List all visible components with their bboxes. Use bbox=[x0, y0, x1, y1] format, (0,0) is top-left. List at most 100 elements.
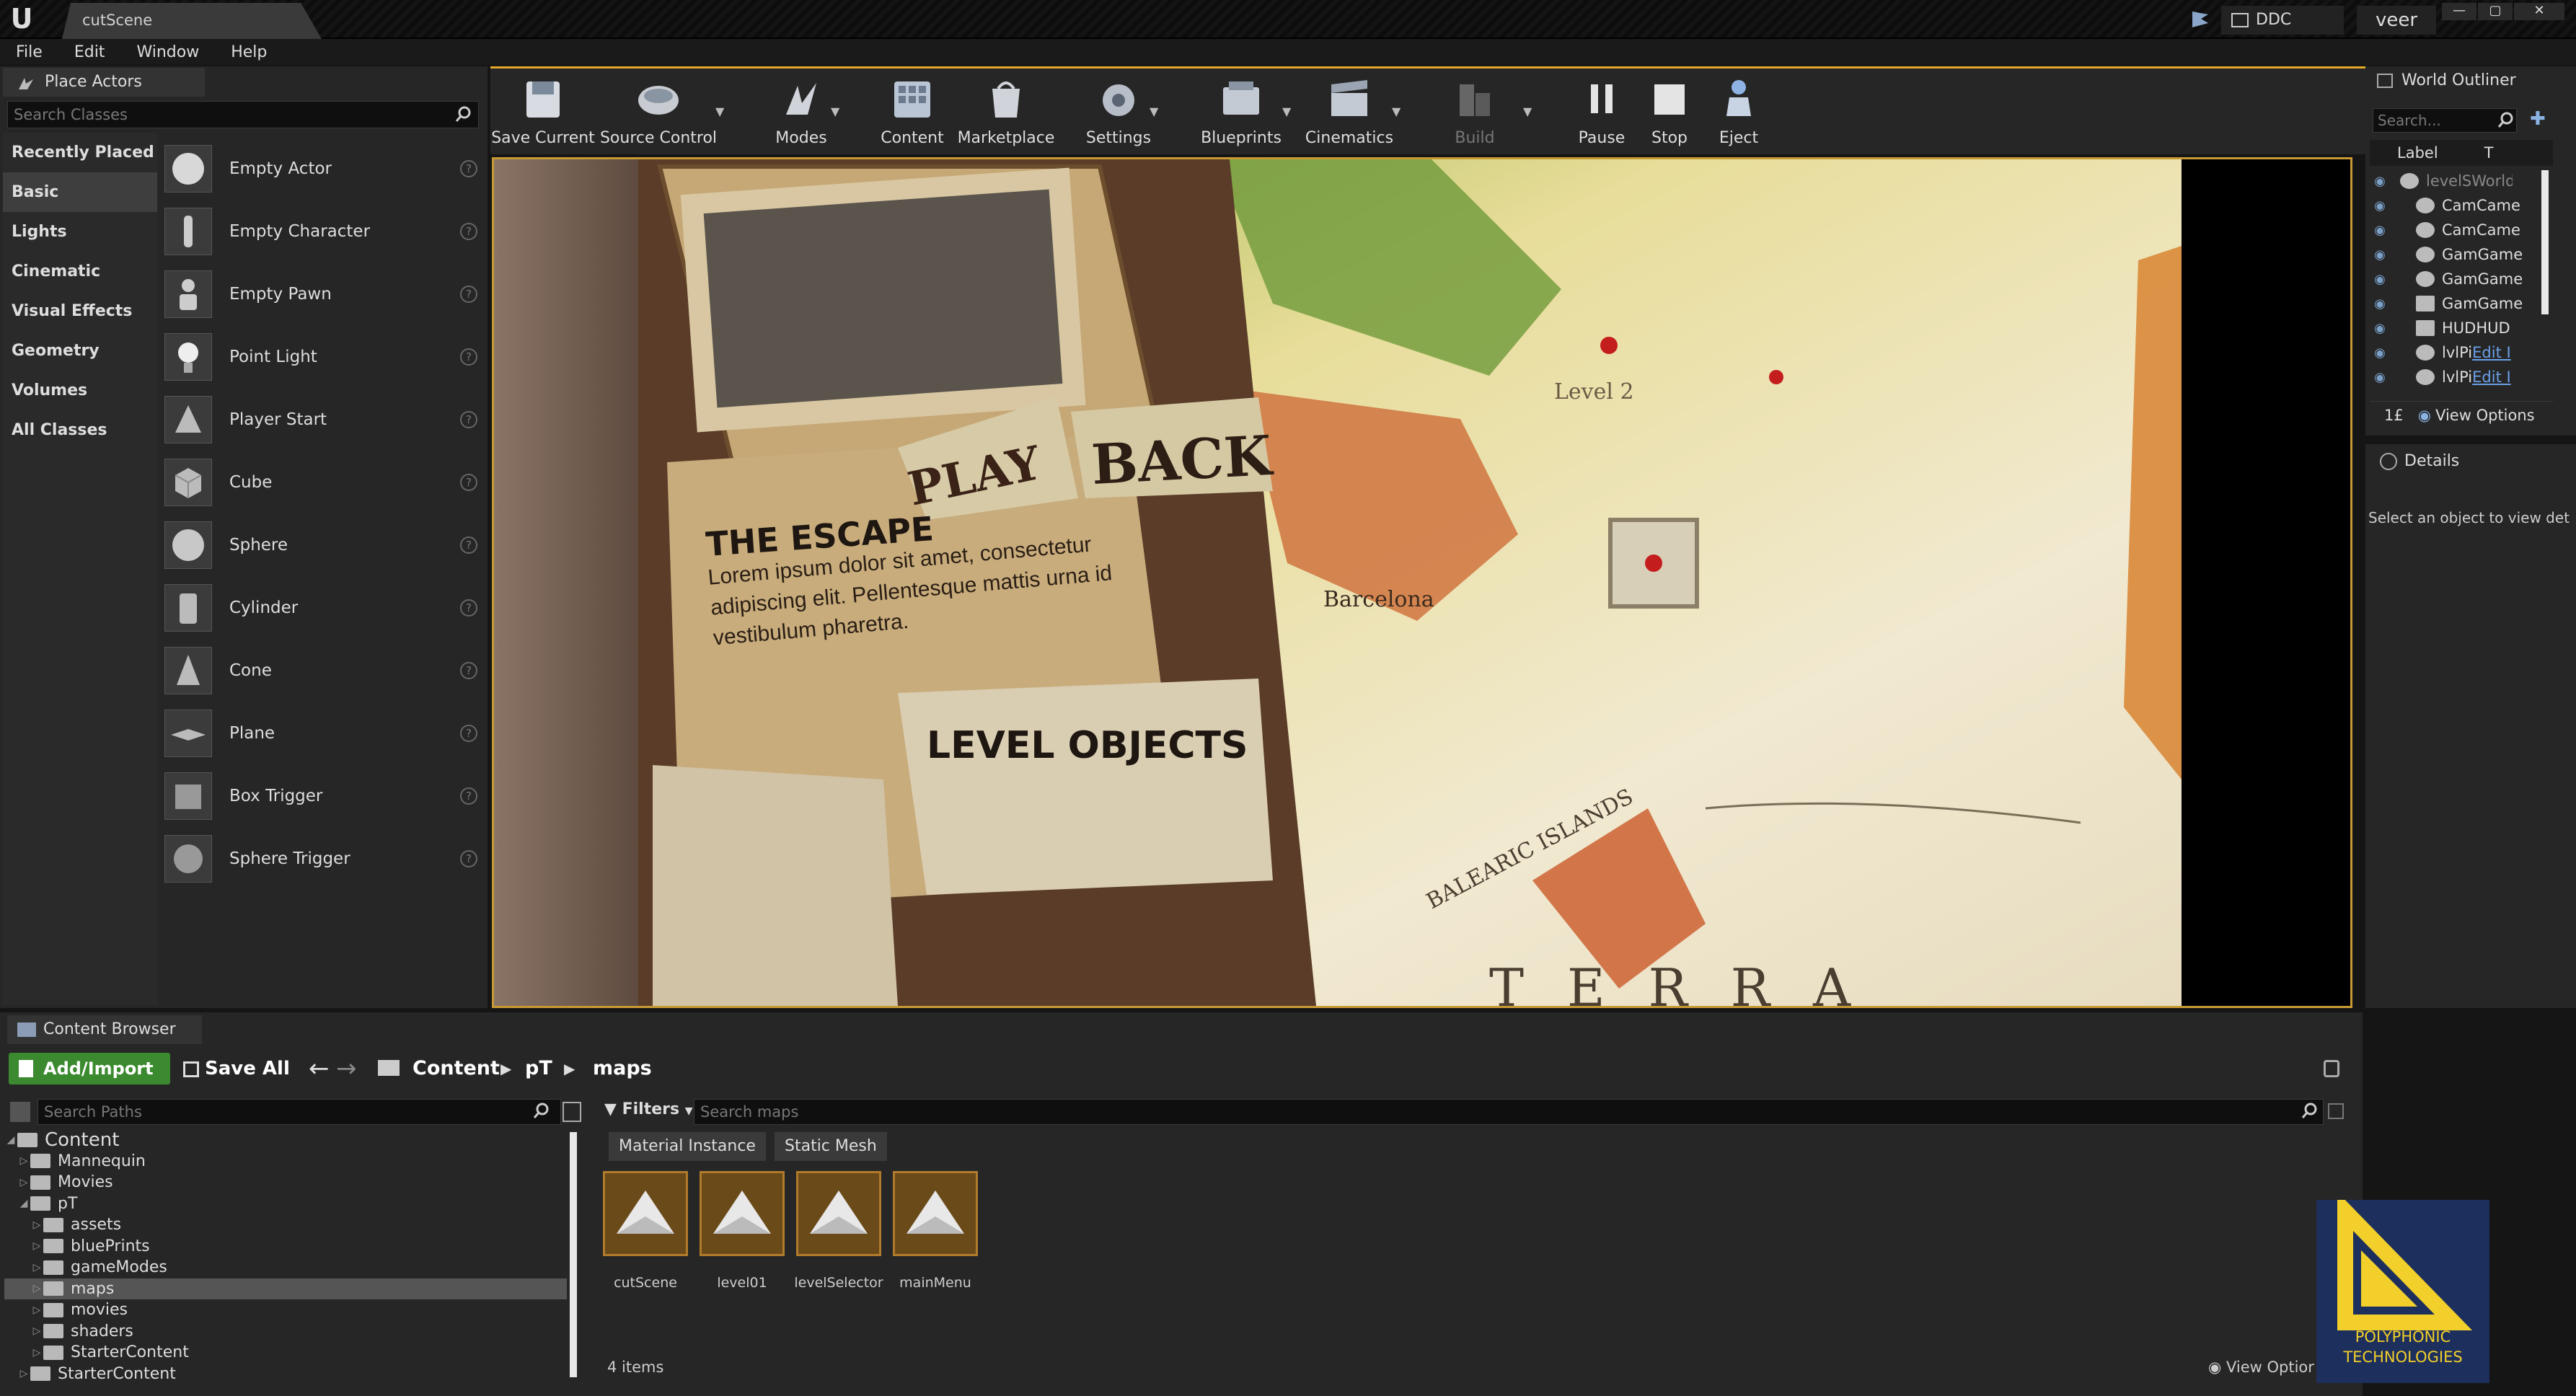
source-control-status-icon[interactable] bbox=[2189, 9, 2213, 30]
outliner-scrollbar[interactable] bbox=[2541, 170, 2549, 314]
tree-folder-row[interactable]: ▷ movies bbox=[4, 1299, 567, 1321]
menu-edit[interactable]: Edit bbox=[74, 43, 105, 61]
category-visual-effects[interactable]: Visual Effects bbox=[3, 291, 157, 331]
outliner-row[interactable]: ◉ CamCame bbox=[2370, 193, 2553, 218]
back-arrow-icon[interactable]: ← bbox=[309, 1054, 330, 1083]
build-button[interactable]: Build bbox=[1421, 74, 1529, 147]
triangle-down-icon[interactable]: ◢ bbox=[17, 1198, 30, 1209]
tree-folder-row[interactable]: ▷ Mannequin bbox=[4, 1151, 567, 1172]
triangle-right-icon[interactable]: ▷ bbox=[30, 1325, 43, 1337]
triangle-right-icon[interactable]: ▷ bbox=[17, 1177, 30, 1188]
asset-tile-level01[interactable] bbox=[700, 1171, 785, 1256]
triangle-right-icon[interactable]: ▷ bbox=[30, 1262, 43, 1273]
search-paths-input[interactable]: Search Paths bbox=[38, 1099, 561, 1125]
tree-folder-row[interactable]: ▷ Movies bbox=[4, 1172, 567, 1193]
help-icon[interactable]: ? bbox=[460, 159, 477, 177]
place-actors-tab[interactable]: Place Actors bbox=[3, 68, 205, 97]
triangle-down-icon[interactable]: ◢ bbox=[4, 1134, 17, 1146]
save-search-icon[interactable] bbox=[2328, 1103, 2344, 1119]
lock-icon[interactable] bbox=[2324, 1060, 2339, 1077]
chevron-down-icon[interactable]: ▼ bbox=[831, 105, 839, 118]
filters-button[interactable]: ▼ Filters ▼ bbox=[604, 1100, 693, 1118]
triangle-right-icon[interactable]: ▷ bbox=[17, 1368, 30, 1379]
view-options-button[interactable]: View Options bbox=[2435, 407, 2535, 424]
tree-folder-row[interactable]: ▷ StarterContent bbox=[4, 1342, 567, 1364]
category-volumes[interactable]: Volumes bbox=[3, 371, 157, 410]
category-all-classes[interactable]: All Classes bbox=[3, 410, 157, 450]
tree-scrollbar[interactable] bbox=[570, 1132, 577, 1377]
add-import-button[interactable]: Add/Import ▼ bbox=[9, 1053, 170, 1109]
outliner-row[interactable]: ◉ GamGame bbox=[2370, 267, 2553, 291]
help-icon[interactable]: ? bbox=[460, 473, 477, 491]
actor-item[interactable]: Player Start? bbox=[164, 388, 482, 451]
actor-item[interactable]: Plane? bbox=[164, 702, 482, 764]
source-control-button[interactable]: Source Control bbox=[597, 74, 720, 147]
menu-window[interactable]: Window bbox=[136, 43, 199, 61]
breadcrumb-content[interactable]: Content bbox=[413, 1053, 500, 1084]
menu-file[interactable]: File bbox=[16, 43, 43, 61]
marketplace-button[interactable]: Marketplace bbox=[952, 74, 1060, 147]
eye-icon[interactable]: ◉ bbox=[2370, 223, 2390, 238]
filter-chip-material-instance[interactable]: Material Instance bbox=[609, 1132, 766, 1161]
help-icon[interactable]: ? bbox=[460, 724, 477, 742]
type-column-header[interactable]: T bbox=[2484, 144, 2494, 162]
triangle-right-icon[interactable]: ▷ bbox=[30, 1347, 43, 1359]
level-objects-button[interactable]: LEVEL OBJECTS bbox=[927, 724, 1248, 767]
maximize-button[interactable]: ▢ bbox=[2478, 3, 2513, 20]
actor-item[interactable]: Sphere Trigger? bbox=[164, 827, 482, 890]
actor-item[interactable]: Cylinder? bbox=[164, 576, 482, 639]
search-icon[interactable] bbox=[454, 105, 473, 124]
close-button[interactable]: ✕ bbox=[2514, 3, 2564, 20]
actor-item[interactable]: Cube? bbox=[164, 451, 482, 513]
actor-item[interactable]: Sphere? bbox=[164, 513, 482, 576]
cinematics-button[interactable]: Cinematics bbox=[1295, 74, 1403, 147]
filter-chip-static-mesh[interactable]: Static Mesh bbox=[775, 1132, 887, 1161]
tree-folder-row[interactable]: ▷ StarterContent bbox=[4, 1364, 567, 1385]
edit-link[interactable]: Edit I bbox=[2472, 368, 2511, 386]
triangle-right-icon[interactable]: ▷ bbox=[30, 1219, 43, 1231]
asset-tile-levelselector[interactable] bbox=[796, 1171, 881, 1256]
forward-arrow-icon[interactable]: → bbox=[336, 1054, 357, 1083]
help-icon[interactable]: ? bbox=[460, 222, 477, 240]
help-icon[interactable]: ? bbox=[460, 661, 477, 679]
unreal-logo-icon[interactable]: U bbox=[7, 4, 36, 33]
chevron-right-icon[interactable]: ▶ bbox=[564, 1060, 575, 1077]
tree-folder-row[interactable]: ▷ bluePrints bbox=[4, 1236, 567, 1258]
outliner-row[interactable]: ◉ lvlPiEdit I bbox=[2370, 340, 2553, 365]
actor-item[interactable]: Empty Actor? bbox=[164, 137, 482, 200]
eye-icon[interactable]: ◉ bbox=[2370, 345, 2390, 361]
category-geometry[interactable]: Geometry bbox=[3, 331, 157, 371]
category-lights[interactable]: Lights bbox=[3, 212, 157, 252]
help-icon[interactable]: ? bbox=[460, 787, 477, 805]
tree-folder-row[interactable]: ▷ shaders bbox=[4, 1321, 567, 1343]
eye-icon[interactable]: ◉ bbox=[2370, 296, 2390, 312]
outliner-row[interactable]: ◉ levelSWorld bbox=[2370, 169, 2553, 193]
triangle-right-icon[interactable]: ▷ bbox=[30, 1283, 43, 1294]
breadcrumb-maps[interactable]: maps bbox=[593, 1053, 652, 1084]
breadcrumb-pt[interactable]: pT bbox=[525, 1053, 552, 1084]
help-icon[interactable]: ? bbox=[460, 285, 477, 303]
help-icon[interactable]: ? bbox=[460, 348, 477, 366]
search-classes-input[interactable]: Search Classes bbox=[7, 101, 479, 128]
outliner-row[interactable]: ◉ HUDHUD bbox=[2370, 316, 2553, 340]
level-viewport[interactable]: Level 2 Barcelona BALEARIC ISLANDS TERRA… bbox=[492, 157, 2352, 1008]
label-column-header[interactable]: Label bbox=[2397, 144, 2438, 162]
sources-toggle-icon[interactable] bbox=[10, 1102, 30, 1122]
actor-item[interactable]: Point Light? bbox=[164, 325, 482, 388]
world-outliner-tab[interactable]: World Outliner bbox=[2370, 66, 2543, 95]
eye-icon[interactable]: ◉ bbox=[2370, 174, 2390, 189]
tree-folder-row[interactable]: ◢ Content bbox=[4, 1129, 567, 1151]
add-icon[interactable]: ✚ bbox=[2530, 108, 2551, 130]
save-all-button[interactable]: Save All bbox=[180, 1053, 290, 1084]
chevron-down-icon[interactable]: ▼ bbox=[1523, 105, 1532, 118]
menu-help[interactable]: Help bbox=[231, 43, 267, 61]
tree-folder-row[interactable]: ▷ assets bbox=[4, 1214, 567, 1236]
eye-icon[interactable]: ◉ bbox=[2370, 321, 2390, 336]
category-basic[interactable]: Basic bbox=[3, 172, 157, 212]
details-tab[interactable]: Details bbox=[2373, 447, 2546, 476]
help-icon[interactable]: ? bbox=[460, 536, 477, 554]
chevron-down-icon[interactable]: ▼ bbox=[1150, 105, 1158, 118]
tree-folder-row[interactable]: ▷ gameModes bbox=[4, 1257, 567, 1278]
view-options-button[interactable]: ◉ View Optior bbox=[2208, 1359, 2314, 1376]
search-icon[interactable] bbox=[532, 1102, 551, 1121]
